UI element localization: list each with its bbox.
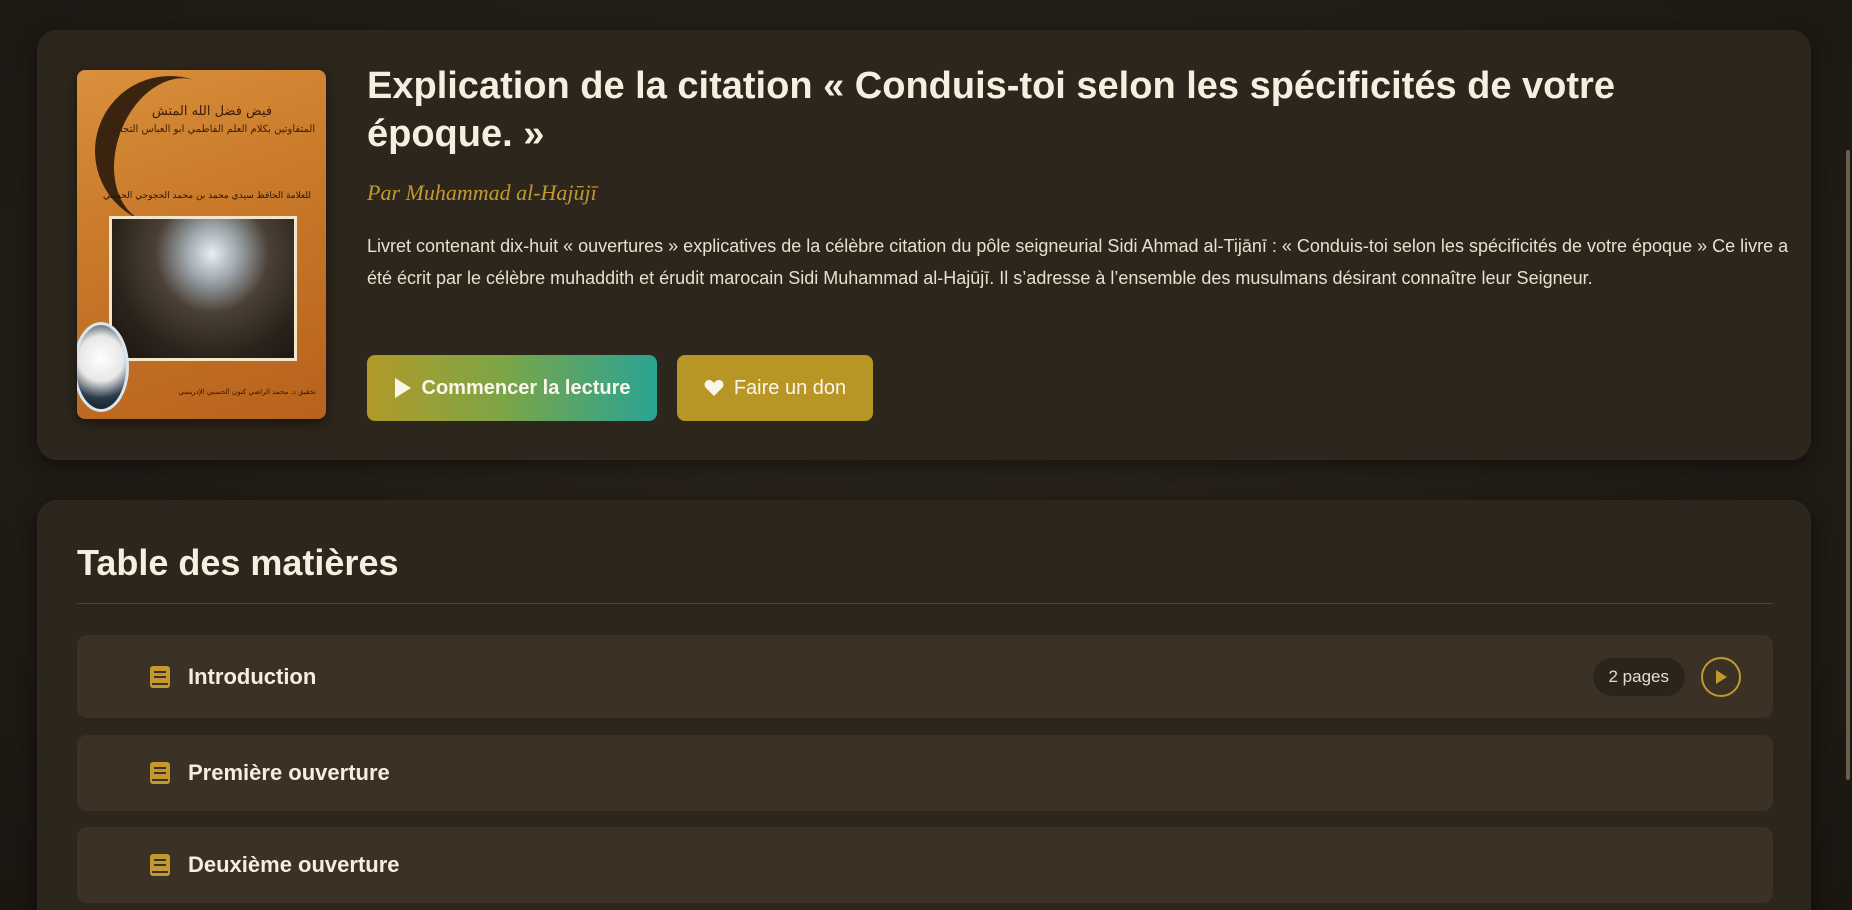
donate-button[interactable]: Faire un don <box>677 355 873 421</box>
chapter-label: Introduction <box>188 663 317 689</box>
donate-label: Faire un don <box>733 376 847 399</box>
book-icon <box>149 853 171 877</box>
book-title: Explication de la citation « Conduis-toi… <box>367 65 1615 155</box>
book-header-card: فيض فضل الله المتش المتفاوتين بكلام العل… <box>37 30 1811 460</box>
cover-subtitle-line: المتفاوتين بكلام العلم الفاطمي ابو العبا… <box>108 123 316 135</box>
cover-cave-photo <box>109 216 297 361</box>
chapter-row[interactable]: Première ouverture <box>77 735 1773 811</box>
toc-heading: Table des matières <box>77 542 399 583</box>
scrollbar[interactable] <box>1846 150 1850 780</box>
book-author: Par Muhammad al-Hajūjī <box>367 180 597 205</box>
cover-author-arabic: للعلامة الحافظ سيدي محمد بن محمد الحجوجي… <box>102 191 312 201</box>
cover-portrait <box>77 322 129 412</box>
book-icon <box>149 761 171 785</box>
chapter-row[interactable]: Deuxième ouverture <box>77 827 1773 903</box>
heart-icon <box>704 379 724 397</box>
play-icon <box>394 377 412 399</box>
page-count-badge: 2 pages <box>1592 657 1685 696</box>
page: فيض فضل الله المتش المتفاوتين بكلام العل… <box>0 0 1852 910</box>
toc-divider <box>77 603 1773 604</box>
chapter-label: Deuxième ouverture <box>188 852 400 877</box>
book-cover-image: فيض فضل الله المتش المتفاوتين بكلام العل… <box>77 70 326 419</box>
book-icon <box>149 665 171 689</box>
cover-title-line: فيض فضل الله المتش <box>151 104 273 119</box>
start-reading-label: Commencer la lecture <box>421 376 631 399</box>
cover-footer-arabic: تحقيق د. محمد الراضي كنون الحسني الإدريس… <box>178 388 316 396</box>
book-description: Livret contenant dix-huit « ouvertures »… <box>367 236 1789 288</box>
table-of-contents-card: Table des matières Introduction 2 pages … <box>37 500 1811 910</box>
chapter-label: Première ouverture <box>188 760 390 785</box>
start-reading-button[interactable]: Commencer la lecture <box>367 355 657 421</box>
cover-title-arabic: فيض فضل الله المتش المتفاوتين بكلام العل… <box>107 102 317 137</box>
play-circle-icon[interactable] <box>1701 656 1741 697</box>
chapter-row[interactable]: Introduction 2 pages <box>77 635 1773 718</box>
